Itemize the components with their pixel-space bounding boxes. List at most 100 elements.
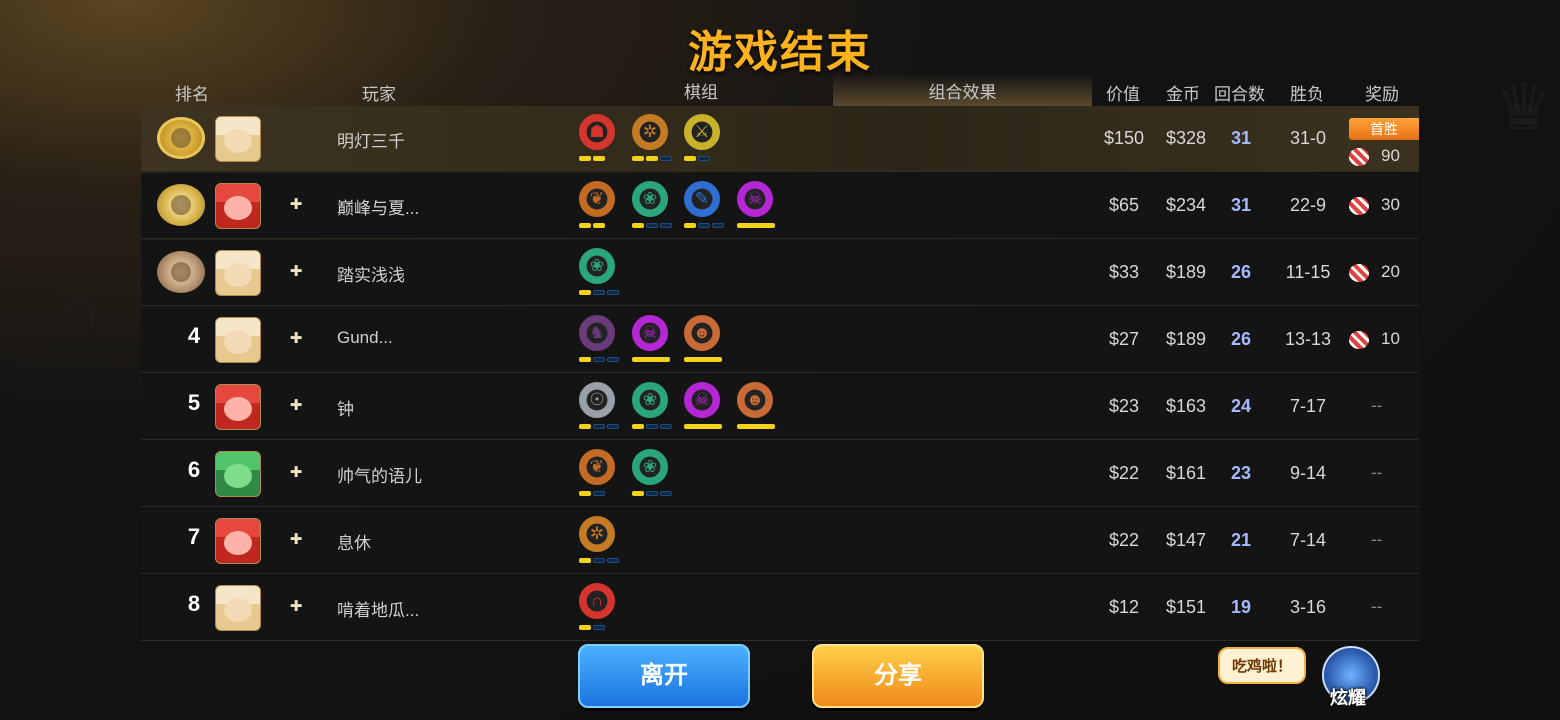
player-rounds: 31: [1230, 128, 1252, 148]
player-rounds: 31: [1230, 195, 1252, 215]
synergy-skull-icon[interactable]: ☠: [632, 315, 672, 363]
header-player: 玩家: [362, 85, 396, 104]
synergy-skull-icon[interactable]: ☠: [737, 181, 777, 229]
show-off-label[interactable]: 炫耀: [1330, 684, 1366, 710]
table-row: 7 ✚ 息休 ✲ $22 $147 21 7-14 --: [141, 508, 1419, 574]
rank-number: 8: [187, 591, 201, 616]
player-avatar[interactable]: [215, 317, 261, 363]
player-rounds: 23: [1230, 463, 1252, 483]
player-value: $23: [1108, 396, 1140, 416]
synergy-paw-icon[interactable]: ❀: [632, 382, 672, 430]
player-rounds: 26: [1230, 262, 1252, 282]
reward-amount: --: [1371, 396, 1383, 415]
player-value: $33: [1108, 262, 1140, 282]
reward-amount: --: [1371, 597, 1383, 616]
synergy-quill-icon[interactable]: ✎: [684, 181, 724, 229]
add-friend-icon[interactable]: ✚: [287, 263, 305, 281]
player-value: $150: [1103, 128, 1145, 148]
table-row: 5 ✚ 钟 ☉ ❀ ☠ ☻ $23 $163 24 7-17 --: [141, 374, 1419, 440]
header-value: 价值: [1106, 85, 1140, 104]
reward-cell: 30: [1349, 195, 1400, 215]
synergy-gear-icon[interactable]: ✲: [579, 516, 619, 564]
synergy-feather-icon[interactable]: ❦: [579, 449, 619, 497]
leave-button[interactable]: 离开: [578, 644, 750, 708]
house-deco-icon: ⌂: [60, 271, 99, 343]
player-win-loss: 3-16: [1289, 597, 1327, 617]
share-button[interactable]: 分享: [812, 644, 984, 708]
synergy-paw-icon[interactable]: ❀: [579, 248, 619, 296]
reward-cell: 90: [1349, 146, 1400, 166]
player-value: $12: [1108, 597, 1140, 617]
player-value: $22: [1108, 463, 1140, 483]
player-avatar[interactable]: [215, 384, 261, 430]
rank-number: 7: [187, 524, 201, 549]
page-title: 游戏结束: [688, 28, 872, 77]
player-name: 明灯三千: [337, 132, 405, 151]
player-win-loss: 13-13: [1284, 329, 1332, 349]
player-avatar[interactable]: [215, 585, 261, 631]
synergy-helmet-icon[interactable]: ☉: [579, 382, 619, 430]
table-row: 明灯三千 ☗ ✲ ⚔ $150 $328 31 31-0 首胜 90: [141, 106, 1419, 172]
player-rounds: 19: [1230, 597, 1252, 617]
reward-amount: 30: [1381, 195, 1400, 214]
player-value: $65: [1108, 195, 1140, 215]
table-row: ✚ 巅峰与夏... ❦ ❀ ✎ ☠ $65 $234 31 22-9 30: [141, 173, 1419, 239]
synergy-arc-icon[interactable]: ∩: [579, 583, 619, 631]
player-win-loss: 9-14: [1289, 463, 1327, 483]
add-friend-icon[interactable]: ✚: [287, 598, 305, 616]
add-friend-icon[interactable]: ✚: [287, 531, 305, 549]
header-board: 棋组: [684, 83, 718, 102]
player-value: $22: [1108, 530, 1140, 550]
player-value: $27: [1108, 329, 1140, 349]
synergy-paw-icon[interactable]: ❀: [632, 181, 672, 229]
synergy-demon-icon[interactable]: ☗: [579, 114, 619, 162]
player-gold: $234: [1165, 195, 1207, 215]
player-win-loss: 22-9: [1289, 195, 1327, 215]
synergy-blade-icon[interactable]: ⚔: [684, 114, 724, 162]
synergy-viking-icon[interactable]: ☻: [737, 382, 777, 430]
player-avatar[interactable]: [215, 250, 261, 296]
add-friend-icon[interactable]: ✚: [287, 397, 305, 415]
table-row: 4 ✚ Gund... ♞ ☠ ☻ $27 $189 26 13-13 10: [141, 307, 1419, 373]
crown-deco-icon: ♛: [1495, 71, 1553, 143]
player-gold: $189: [1165, 262, 1207, 282]
player-rounds: 21: [1230, 530, 1252, 550]
player-avatar[interactable]: [215, 518, 261, 564]
header-rank: 排名: [175, 85, 209, 104]
add-friend-icon[interactable]: ✚: [287, 330, 305, 348]
rank-number: 4: [187, 323, 201, 348]
show-off-bubble: 吃鸡啦！: [1218, 647, 1307, 684]
header-effects[interactable]: 组合效果: [833, 78, 1092, 103]
reward-amount: 20: [1381, 262, 1400, 281]
synergy-viking-icon[interactable]: ☻: [684, 315, 724, 363]
player-avatar[interactable]: [215, 183, 261, 229]
table-row: 6 ✚ 帅气的语儿 ❦ ❀ $22 $161 23 9-14 --: [141, 441, 1419, 507]
player-gold: $151: [1165, 597, 1207, 617]
rank-number: 6: [187, 457, 201, 482]
reward-cell: 20: [1349, 262, 1400, 282]
candy-icon: [1349, 330, 1369, 349]
header-reward: 奖励: [1365, 85, 1399, 104]
player-avatar[interactable]: [215, 451, 261, 497]
player-rounds: 24: [1230, 396, 1252, 416]
player-name: Gund...: [337, 328, 393, 347]
synergy-feather-icon[interactable]: ❦: [579, 181, 619, 229]
synergy-skull-icon[interactable]: ☠: [684, 382, 724, 430]
synergy-knight-icon[interactable]: ♞: [579, 315, 619, 363]
rank-medal-icon: [157, 251, 205, 293]
synergy-gear-icon[interactable]: ✲: [632, 114, 672, 162]
player-name: 钟: [337, 400, 354, 419]
rank-medal-icon: [157, 184, 205, 226]
add-friend-icon[interactable]: ✚: [287, 196, 305, 214]
rank-medal-icon: [157, 117, 205, 159]
reward-amount: 10: [1381, 329, 1400, 348]
add-friend-icon[interactable]: ✚: [287, 464, 305, 482]
player-gold: $189: [1165, 329, 1207, 349]
player-avatar[interactable]: [215, 116, 261, 162]
synergy-paw-icon[interactable]: ❀: [632, 449, 672, 497]
reward-amount: 90: [1381, 146, 1400, 165]
table-row: ✚ 踏实浅浅 ❀ $33 $189 26 11-15 20: [141, 240, 1419, 306]
player-rounds: 26: [1230, 329, 1252, 349]
candy-icon: [1349, 263, 1369, 282]
player-gold: $161: [1165, 463, 1207, 483]
